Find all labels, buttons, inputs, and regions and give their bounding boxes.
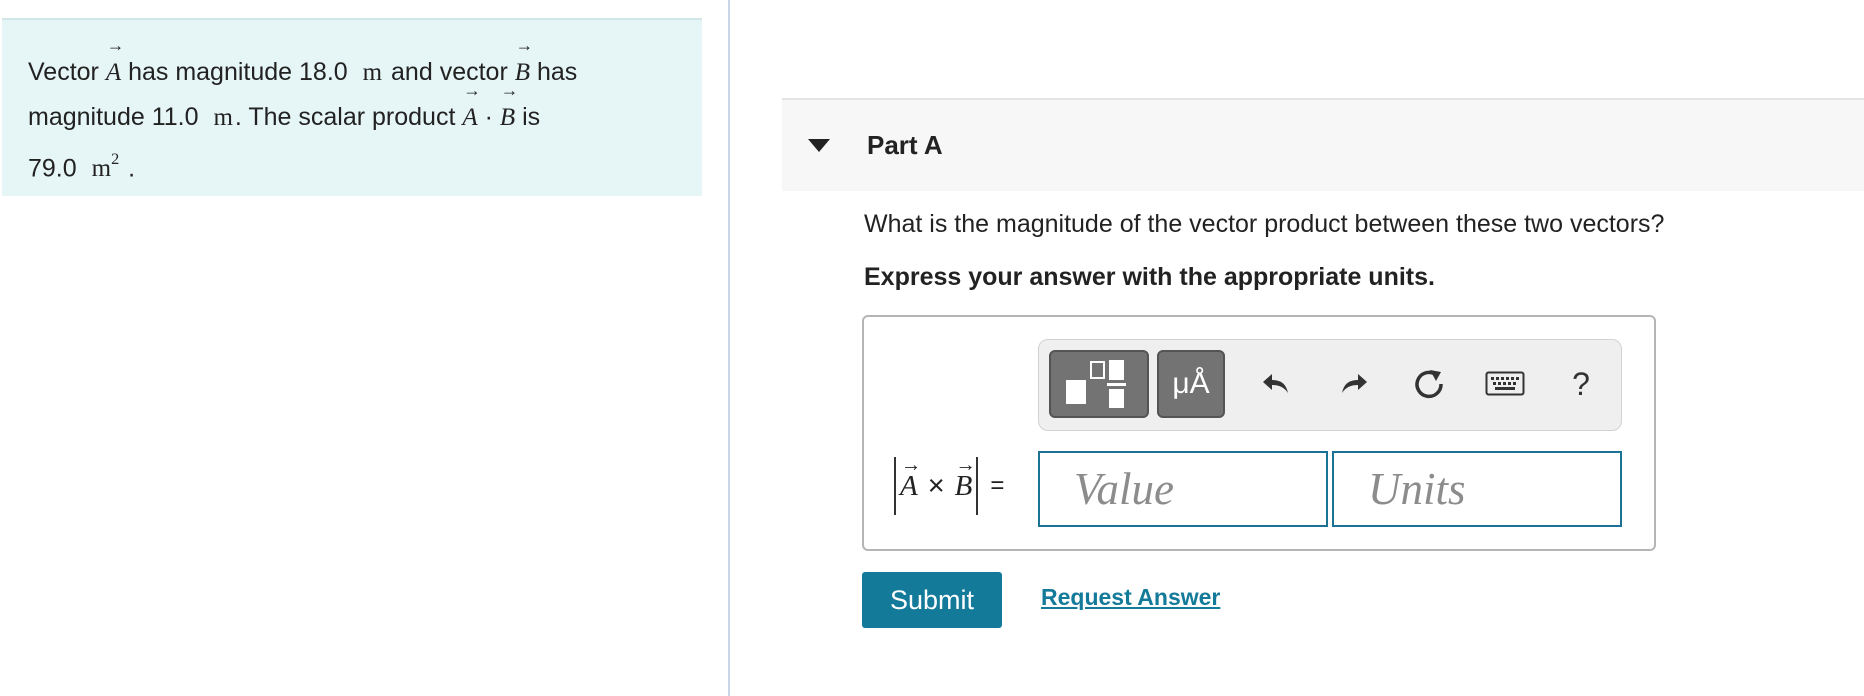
keyboard-icon — [1485, 371, 1525, 396]
problem-text: has — [536, 58, 578, 86]
abs-bar-left — [894, 457, 896, 515]
reset-icon — [1415, 370, 1443, 399]
help-icon[interactable]: ? — [1559, 362, 1603, 406]
question-text: What is the magnitude of the vector prod… — [864, 210, 1665, 238]
column-divider — [728, 0, 730, 696]
answer-formula-label: A × B = — [890, 455, 1004, 517]
abs-bar-right — [976, 457, 979, 515]
part-title: Part A — [867, 130, 943, 160]
cross-operator: × — [927, 469, 945, 502]
value-input[interactable] — [1038, 451, 1328, 527]
redo-button[interactable] — [1331, 362, 1375, 406]
problem-statement: Vector A has magnitude 18.0 m and vector… — [2, 18, 702, 196]
problem-text: Vector — [28, 58, 99, 86]
vector-a-symbol: A — [900, 455, 921, 503]
unit-exponent: 2 — [111, 149, 120, 168]
problem-text: has magnitude 18.0 — [128, 58, 348, 86]
unit-m: m — [213, 104, 233, 131]
submit-button[interactable]: Submit — [862, 572, 1002, 628]
part-a-header[interactable]: Part A — [782, 98, 1864, 191]
templates-icon — [1066, 360, 1126, 408]
units-input[interactable] — [1332, 451, 1622, 527]
vector-a-symbol: A — [106, 37, 125, 95]
redo-icon — [1342, 374, 1367, 393]
answer-box: μÅ ? → A × → B = Value Units — [862, 315, 1656, 551]
equals-sign: = — [990, 472, 1005, 499]
units-button[interactable]: μÅ — [1157, 350, 1225, 418]
problem-text: . The scalar product — [234, 103, 456, 131]
unit-m: m — [362, 59, 383, 86]
undo-button[interactable] — [1255, 362, 1299, 406]
undo-icon — [1263, 374, 1288, 393]
dot-operator: · — [484, 103, 493, 131]
reset-button[interactable] — [1407, 362, 1451, 406]
unit-base: m — [91, 155, 112, 183]
keyboard-button[interactable] — [1483, 362, 1527, 406]
request-answer-link[interactable]: Request Answer — [1041, 584, 1220, 611]
problem-text: 79.0 — [28, 154, 77, 183]
templates-button[interactable] — [1049, 350, 1149, 418]
problem-text: and vector — [391, 58, 508, 86]
problem-text: is — [522, 103, 541, 131]
vector-b-symbol: B — [500, 82, 519, 140]
caret-down-icon[interactable] — [808, 139, 830, 152]
math-toolbar: μÅ ? — [1038, 339, 1622, 431]
unit-m-squared: m2 — [91, 150, 120, 183]
problem-text: . — [128, 154, 136, 183]
instruction-text: Express your answer with the appropriate… — [864, 263, 1435, 291]
vector-a-symbol: A — [462, 82, 481, 140]
vector-b-symbol: B — [955, 455, 976, 503]
problem-text: magnitude 11.0 — [28, 103, 199, 131]
